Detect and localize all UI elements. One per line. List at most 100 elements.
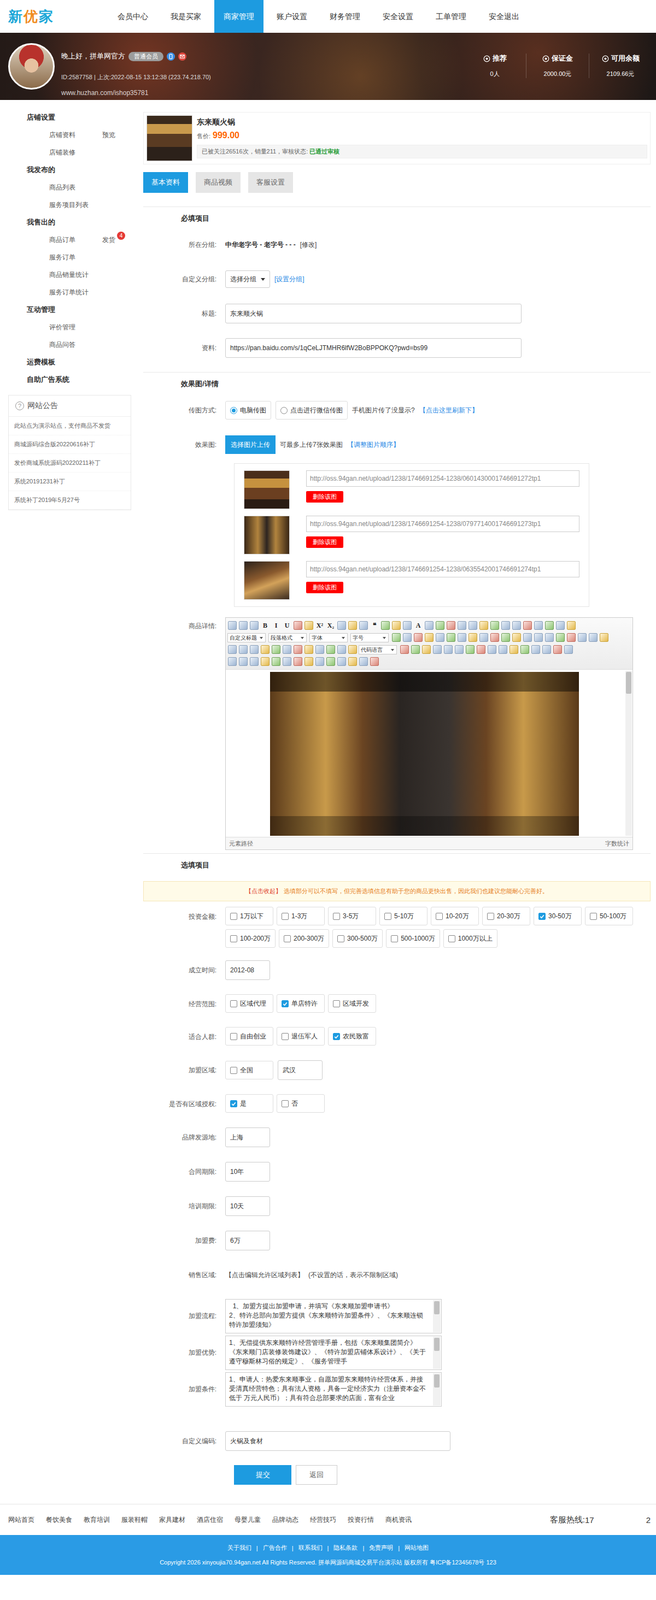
toolbar-button-icon[interactable] (446, 633, 456, 643)
toolbar-button-icon[interactable] (523, 633, 532, 643)
checkbox[interactable] (281, 1100, 289, 1109)
toolbar-button-icon[interactable] (337, 621, 347, 631)
textarea[interactable]: 1、无偿提供东来顺特许经营管理手册，包括《东来顺集团简介》《东来顺门店装修装饰建… (225, 1336, 442, 1372)
toolbar-button-icon[interactable] (348, 657, 357, 667)
toolbar-button-icon[interactable] (588, 633, 598, 643)
toolbar-button[interactable]: X₂ (325, 621, 336, 631)
scrollbar[interactable] (625, 671, 632, 837)
menu-group-title[interactable]: 店铺设置 (8, 108, 132, 127)
checkbox[interactable] (487, 913, 495, 921)
toolbar-button-icon[interactable] (468, 633, 478, 643)
site-logo[interactable]: 新优家 (0, 0, 109, 33)
toolbar-button-icon[interactable] (501, 621, 511, 631)
footer-link[interactable]: 网站首页 (8, 1516, 35, 1526)
radio[interactable] (280, 407, 288, 415)
checkbox[interactable] (589, 913, 597, 921)
submit-button[interactable]: 提交 (233, 1466, 292, 1486)
toolbar-button-icon[interactable] (566, 633, 576, 643)
toolbar-button-icon[interactable] (326, 645, 336, 655)
toolbar-button-icon[interactable] (566, 621, 576, 631)
checkbox[interactable] (230, 935, 238, 943)
tab[interactable]: 客服设置 (248, 172, 294, 193)
footer-link[interactable]: 品牌动态 (272, 1516, 299, 1526)
menu-group-title[interactable]: 我发布的 (8, 161, 132, 179)
toolbar-button-icon[interactable] (446, 621, 456, 631)
toolbar-button-icon[interactable] (260, 645, 270, 655)
toolbar-button[interactable]: ❝ (369, 621, 380, 631)
checkbox[interactable] (384, 913, 392, 921)
notice-item[interactable]: 系统20191231补丁 (8, 472, 131, 492)
checkbox-option[interactable]: 500-1000万 (385, 929, 441, 949)
toolbar-button-icon[interactable] (599, 633, 609, 643)
footer-bottom-link[interactable]: 隐私条款 (333, 1544, 358, 1554)
nav-item[interactable]: 我是买家 (161, 0, 211, 33)
checkbox[interactable] (230, 1000, 238, 1009)
toolbar-button-icon[interactable] (553, 645, 562, 655)
toolbar-button-icon[interactable] (564, 645, 573, 655)
menu-item[interactable]: 服务订单统计 (8, 283, 132, 302)
nav-item[interactable]: 会员中心 (108, 0, 158, 33)
checkbox-option[interactable]: 单店特许 (276, 994, 325, 1014)
checkbox[interactable] (332, 1000, 341, 1009)
nav-item[interactable]: 财务管理 (320, 0, 370, 33)
toolbar-button-icon[interactable] (391, 633, 401, 643)
checkbox[interactable] (230, 1067, 238, 1075)
toolbar-button-icon[interactable] (454, 645, 464, 655)
editor-content[interactable] (225, 670, 633, 838)
toolbar-button-icon[interactable] (435, 633, 445, 643)
radio-option[interactable]: 电脑传图 (225, 401, 272, 420)
toolbar-button-icon[interactable] (249, 657, 259, 667)
phone-verified-icon[interactable] (166, 52, 175, 61)
toolbar-button-icon[interactable] (487, 645, 497, 655)
image-thumbnail[interactable] (243, 470, 290, 510)
image-url-input[interactable]: http://oss.94gan.net/upload/1238/1746691… (306, 470, 580, 488)
checkbox-option[interactable]: 是 (225, 1094, 274, 1114)
nav-item[interactable]: 安全退出 (479, 0, 529, 33)
toolbar-button-icon[interactable] (413, 633, 423, 643)
toolbar-button-icon[interactable] (315, 645, 325, 655)
checkbox[interactable] (230, 1100, 238, 1109)
toolbar-button-icon[interactable] (523, 621, 532, 631)
checkbox[interactable] (281, 913, 289, 921)
checkbox[interactable] (230, 913, 238, 921)
footer-bottom-link[interactable]: 网站地图 (404, 1544, 429, 1554)
toolbar-button-icon[interactable] (490, 633, 500, 643)
toolbar-button-icon[interactable] (249, 645, 259, 655)
toolbar-button-icon[interactable] (359, 621, 368, 631)
text-input[interactable]: 火锅及食材 (225, 1432, 451, 1452)
checkbox-option[interactable]: 全国 (225, 1061, 274, 1081)
toolbar-button-icon[interactable] (476, 645, 486, 655)
toolbar-button-icon[interactable] (534, 633, 543, 643)
toolbar-button-icon[interactable] (293, 645, 303, 655)
toolbar-button-icon[interactable] (348, 621, 357, 631)
menu-group-title[interactable]: 运费模板 (8, 353, 132, 372)
toolbar-button-icon[interactable] (238, 657, 248, 667)
footer-bottom-link[interactable]: 联系我们 (298, 1544, 323, 1554)
title-input[interactable]: 东来顺火锅 (225, 303, 522, 324)
collapse-link[interactable]: 【点击收起】 (245, 887, 282, 896)
toolbar-button-icon[interactable] (498, 645, 508, 655)
notice-item[interactable]: 发价商城系统源码20220211补丁 (8, 454, 131, 473)
checkbox-option[interactable]: 区域代理 (225, 994, 274, 1014)
toolbar-button-icon[interactable] (443, 645, 453, 655)
checkbox-option[interactable]: 区域开发 (328, 994, 377, 1014)
checkbox[interactable] (332, 1033, 341, 1041)
toolbar-button-icon[interactable] (545, 621, 554, 631)
toolbar-button-icon[interactable] (391, 621, 401, 631)
toolbar-button-icon[interactable] (282, 657, 292, 667)
nav-item[interactable]: 账户设置 (267, 0, 317, 33)
toolbar-select[interactable]: 代码语言 (358, 645, 397, 655)
toolbar-button-icon[interactable] (238, 621, 248, 631)
checkbox[interactable] (281, 1033, 289, 1041)
stat[interactable]: 保证金2000.00元 (525, 53, 589, 79)
toolbar-select[interactable]: 字体 (309, 633, 348, 643)
resource-input[interactable]: https://pan.baidu.com/s/1qCeLJTMHR6lfW2B… (225, 338, 522, 359)
toolbar-button-icon[interactable] (293, 657, 303, 667)
toolbar-button-icon[interactable] (238, 645, 248, 655)
checkbox-option[interactable]: 3-5万 (328, 907, 377, 927)
edit-regions-link[interactable]: 【点击编辑允许区域列表】 (225, 1271, 304, 1281)
checkbox[interactable] (337, 935, 345, 943)
toolbar-button-icon[interactable] (326, 657, 336, 667)
scrollbar[interactable] (432, 1301, 441, 1334)
checkbox-option[interactable]: 农民致富 (328, 1027, 377, 1047)
